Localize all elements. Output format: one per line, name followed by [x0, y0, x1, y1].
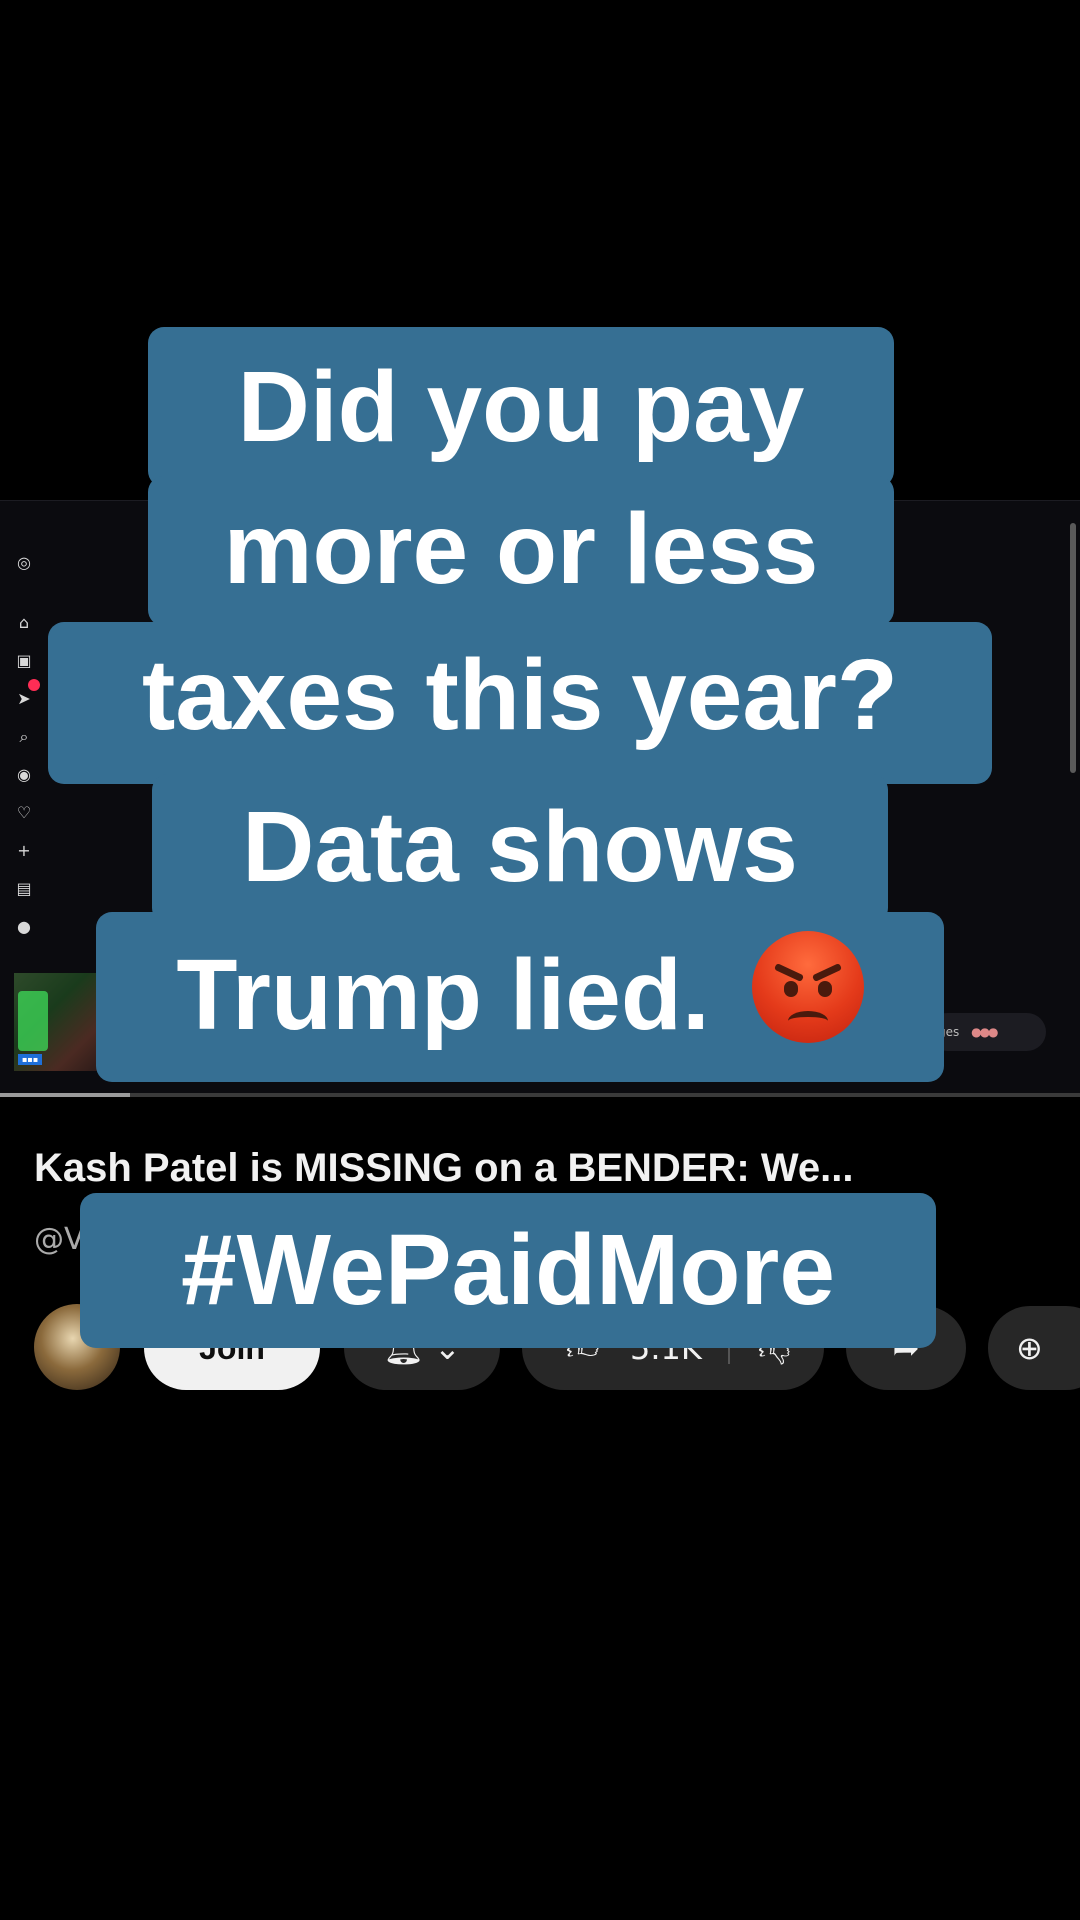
hashtag-caption: #WePaidMore — [80, 1193, 936, 1348]
profile-icon[interactable]: ● — [14, 917, 34, 937]
caption-line-4: Data shows — [152, 774, 888, 924]
plus-icon[interactable]: + — [14, 841, 34, 861]
channel-handle[interactable]: @V — [34, 1222, 85, 1257]
caption-line-5: Trump lied. — [96, 912, 944, 1082]
instagram-icon[interactable]: ◎ — [14, 553, 34, 573]
home-icon[interactable]: ⌂ — [14, 613, 34, 633]
explore-icon[interactable]: ◉ — [14, 765, 34, 785]
messages-pill[interactable]: ges ●●● — [928, 1013, 1046, 1051]
caption-line-1: Did you pay — [148, 327, 894, 487]
webcam-tag: ▪▪▪ — [18, 1054, 43, 1065]
video-title[interactable]: Kash Patel is MISSING on a BENDER: We... — [34, 1146, 1054, 1191]
caption-line-3: taxes this year? — [48, 622, 992, 784]
reels-icon[interactable]: ▣ — [14, 651, 34, 671]
messages-icon[interactable]: ➤ — [14, 689, 34, 709]
remix-icon: ⊕ — [1016, 1329, 1043, 1367]
scrollbar[interactable] — [1070, 523, 1076, 773]
avatar-stack-icon: ●●● — [971, 1025, 998, 1039]
angry-face-icon — [751, 931, 864, 1043]
caption-line-2: more or less — [148, 476, 894, 626]
search-icon[interactable]: ⌕ — [14, 727, 34, 747]
remix-button[interactable]: ⊕ — [988, 1306, 1080, 1390]
caption-line-5-text: Trump lied. — [176, 939, 710, 1051]
notification-badge — [28, 679, 40, 691]
video-progress-fill — [0, 1093, 130, 1097]
webcam-overlay: ▪▪▪ — [14, 973, 100, 1071]
heart-icon[interactable]: ♡ — [14, 803, 34, 823]
stats-icon[interactable]: ▤ — [14, 879, 34, 899]
video-progress-bar[interactable] — [0, 1093, 1080, 1097]
webcam-light — [18, 991, 48, 1051]
